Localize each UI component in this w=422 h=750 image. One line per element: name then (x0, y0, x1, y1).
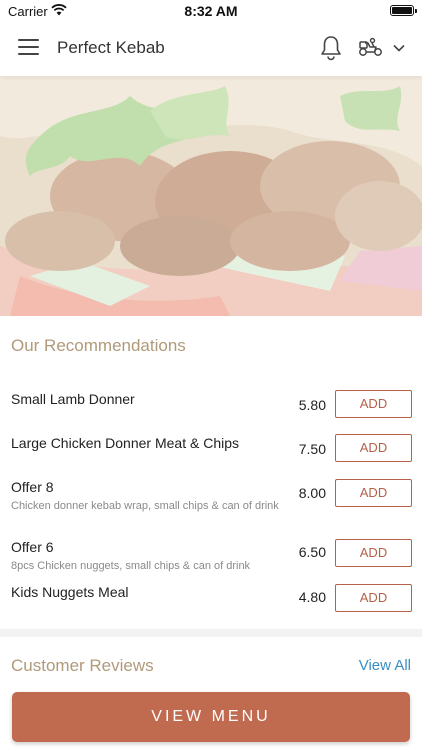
view-all-link[interactable]: View All (359, 657, 411, 674)
section-divider (0, 629, 422, 637)
item-price: 5.80 (298, 397, 326, 413)
recommendations-title: Our Recommendations (11, 336, 186, 355)
bell-icon[interactable] (320, 35, 342, 61)
item-price: 6.50 (298, 544, 326, 560)
item-name: Large Chicken Donner Meat & Chips (11, 435, 240, 451)
add-button[interactable]: ADD (335, 434, 412, 462)
app-title: Perfect Kebab (57, 38, 165, 57)
menu-icon[interactable] (18, 39, 39, 55)
status-time: 8:32 AM (184, 3, 238, 19)
app-header: Perfect Kebab (0, 22, 422, 76)
item-price: 7.50 (298, 441, 326, 457)
item-description: Chicken donner kebab wrap, small chips &… (11, 500, 279, 512)
reviews-title: Customer Reviews (11, 656, 154, 675)
item-name: Small Lamb Donner (11, 391, 135, 407)
item-price: 4.80 (298, 589, 326, 605)
battery-icon (390, 5, 417, 16)
item-name: Offer 6 (11, 539, 54, 555)
add-button[interactable]: ADD (335, 479, 412, 507)
add-button[interactable]: ADD (335, 390, 412, 418)
item-name: Kids Nuggets Meal (11, 584, 129, 600)
view-menu-button[interactable]: VIEW MENU (12, 692, 410, 742)
delivery-icon[interactable] (358, 37, 384, 57)
hero-fade-overlay (0, 76, 422, 316)
add-button[interactable]: ADD (335, 539, 412, 567)
add-button[interactable]: ADD (335, 584, 412, 612)
item-price: 8.00 (298, 485, 326, 501)
status-bar: Carrier 8:32 AM (0, 0, 422, 22)
hero-food-image (0, 76, 422, 316)
item-name: Offer 8 (11, 479, 54, 495)
item-description: 8pcs Chicken nuggets, small chips & can … (11, 560, 251, 572)
chevron-down-icon[interactable] (393, 44, 405, 52)
